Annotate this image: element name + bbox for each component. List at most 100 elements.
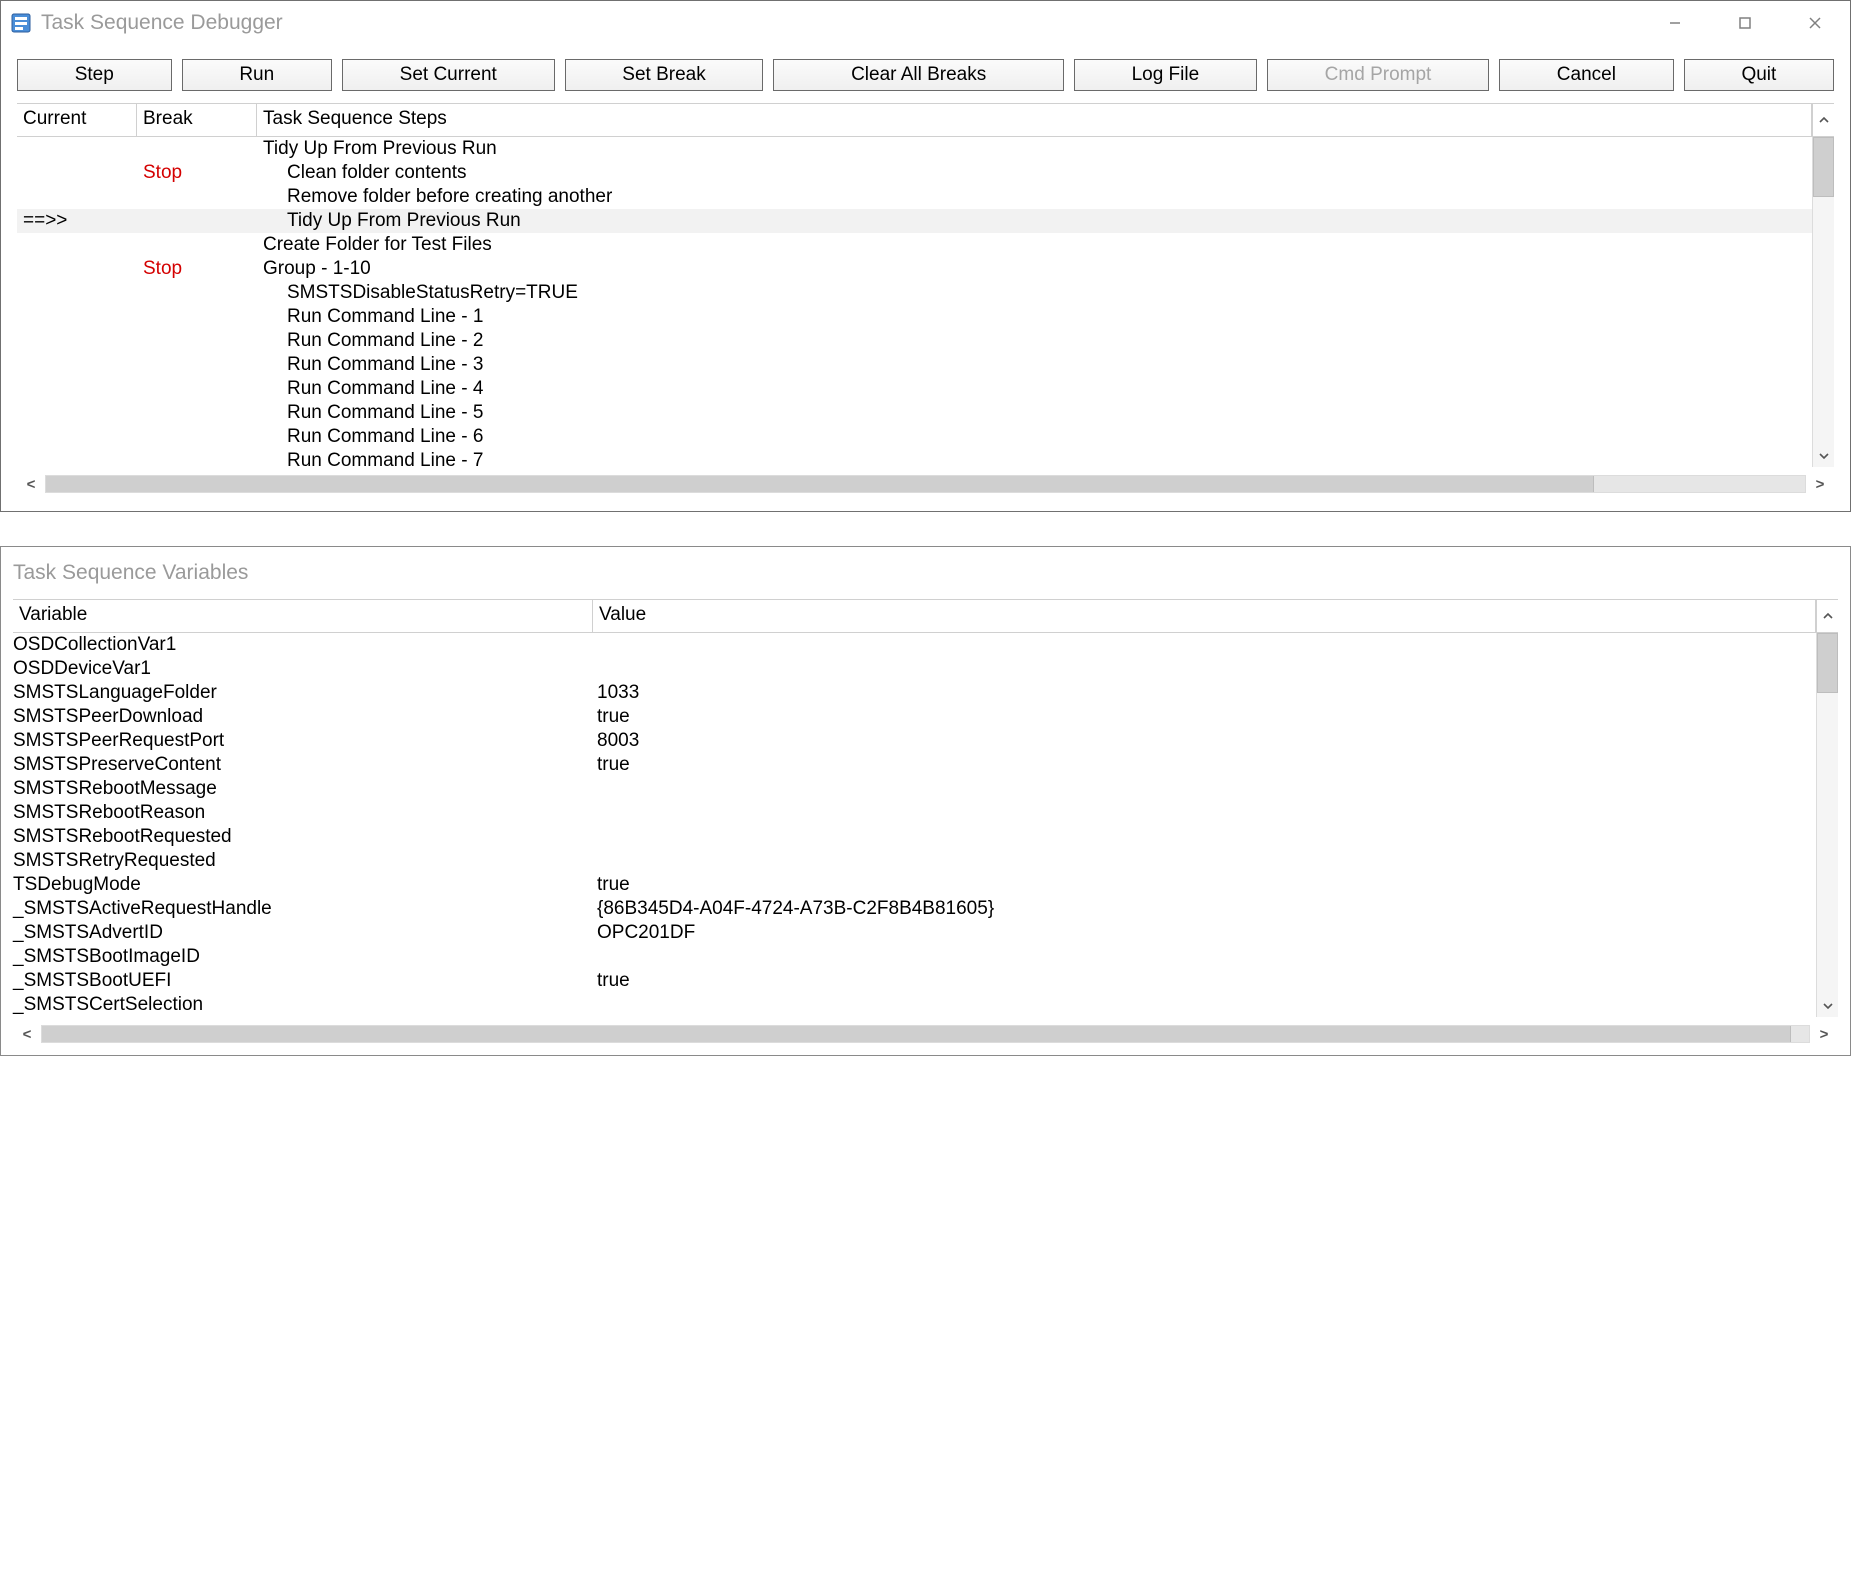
cell-break (137, 186, 257, 208)
table-row[interactable]: OSDCollectionVar1 (13, 633, 1816, 657)
table-row[interactable]: _SMSTSCertSelection (13, 993, 1816, 1017)
steps-hscrollbar[interactable]: < > (17, 473, 1834, 495)
table-row[interactable]: SMSTSRebootReason (13, 801, 1816, 825)
table-row[interactable]: Remove folder before creating another (17, 185, 1812, 209)
table-row[interactable]: Run Command Line - 2 (17, 329, 1812, 353)
hscroll-track[interactable] (41, 1025, 1810, 1043)
table-row[interactable]: Run Command Line - 5 (17, 401, 1812, 425)
table-row[interactable]: Run Command Line - 4 (17, 377, 1812, 401)
cancel-button[interactable]: Cancel (1499, 59, 1674, 91)
vars-hscrollbar[interactable]: < > (13, 1023, 1838, 1045)
col-value[interactable]: Value (593, 600, 1816, 632)
close-button[interactable] (1780, 1, 1850, 45)
scrollbar-thumb[interactable] (1817, 633, 1838, 693)
steps-header: Current Break Task Sequence Steps (17, 104, 1834, 137)
table-row[interactable]: Run Command Line - 6 (17, 425, 1812, 449)
col-steps[interactable]: Task Sequence Steps (257, 104, 1812, 136)
table-row[interactable]: _SMSTSBootImageID (13, 945, 1816, 969)
cell-current (17, 426, 137, 448)
cell-step: Run Command Line - 3 (257, 354, 1812, 376)
hscroll-thumb[interactable] (42, 1026, 1791, 1042)
cell-current (17, 402, 137, 424)
hscroll-left[interactable]: < (13, 1026, 41, 1043)
cell-break: Stop (137, 162, 257, 184)
steps-vscrollbar[interactable] (1812, 137, 1834, 467)
cell-variable: _SMSTSAdvertID (13, 922, 593, 944)
table-row[interactable]: Run Command Line - 7 (17, 449, 1812, 467)
table-row[interactable]: OSDDeviceVar1 (13, 657, 1816, 681)
vars-scroll-down[interactable] (1817, 995, 1839, 1017)
step-button[interactable]: Step (17, 59, 172, 91)
set-current-button[interactable]: Set Current (342, 59, 555, 91)
table-row[interactable]: _SMSTSBootUEFItrue (13, 969, 1816, 993)
table-row[interactable]: _SMSTSAdvertIDOPC201DF (13, 921, 1816, 945)
clear-all-breaks-button[interactable]: Clear All Breaks (773, 59, 1063, 91)
table-row[interactable]: Run Command Line - 3 (17, 353, 1812, 377)
titlebar-controls (1640, 1, 1850, 45)
steps-rows[interactable]: Tidy Up From Previous RunStopClean folde… (17, 137, 1812, 467)
cell-value (593, 658, 1816, 680)
table-row[interactable]: Run Command Line - 1 (17, 305, 1812, 329)
hscroll-track[interactable] (45, 475, 1806, 493)
steps-list: Current Break Task Sequence Steps Tidy U… (17, 103, 1834, 495)
table-row[interactable]: Tidy Up From Previous Run (17, 137, 1812, 161)
cell-break (137, 210, 257, 232)
cell-current (17, 186, 137, 208)
window-title: Task Sequence Debugger (41, 11, 283, 35)
hscroll-right[interactable]: > (1806, 476, 1834, 493)
minimize-button[interactable] (1640, 1, 1710, 45)
table-row[interactable]: SMSTSRetryRequested (13, 849, 1816, 873)
cell-step: SMSTSDisableStatusRetry=TRUE (257, 282, 1812, 304)
hscroll-thumb[interactable] (46, 476, 1594, 492)
variables-title: Task Sequence Variables (1, 547, 1850, 599)
scroll-down-button[interactable] (1813, 445, 1835, 467)
run-button[interactable]: Run (182, 59, 332, 91)
app-icon (9, 11, 33, 35)
hscroll-left[interactable]: < (17, 476, 45, 493)
variables-rows[interactable]: OSDCollectionVar1OSDDeviceVar1SMSTSLangu… (13, 633, 1816, 1017)
table-row[interactable]: Create Folder for Test Files (17, 233, 1812, 257)
table-row[interactable]: _SMSTSActiveRequestHandle{86B345D4-A04F-… (13, 897, 1816, 921)
scroll-up-button[interactable] (1812, 104, 1834, 136)
set-break-button[interactable]: Set Break (565, 59, 764, 91)
cell-current (17, 282, 137, 304)
scrollbar-thumb[interactable] (1813, 137, 1834, 197)
cell-step: Run Command Line - 1 (257, 306, 1812, 328)
cell-variable: SMSTSRebootReason (13, 802, 593, 824)
titlebar: Task Sequence Debugger (1, 1, 1850, 45)
cell-value: OPC201DF (593, 922, 1816, 944)
cell-current (17, 162, 137, 184)
col-variable[interactable]: Variable (13, 600, 593, 632)
table-row[interactable]: SMSTSRebootRequested (13, 825, 1816, 849)
cell-break (137, 426, 257, 448)
vars-scroll-up[interactable] (1816, 600, 1838, 632)
table-row[interactable]: SMSTSDisableStatusRetry=TRUE (17, 281, 1812, 305)
table-row[interactable]: SMSTSPeerDownloadtrue (13, 705, 1816, 729)
col-break[interactable]: Break (137, 104, 257, 136)
table-row[interactable]: StopGroup - 1-10 (17, 257, 1812, 281)
col-current[interactable]: Current (17, 104, 137, 136)
cell-variable: _SMSTSBootUEFI (13, 970, 593, 992)
cell-variable: OSDCollectionVar1 (13, 634, 593, 656)
quit-button[interactable]: Quit (1684, 59, 1834, 91)
cell-break (137, 402, 257, 424)
table-row[interactable]: ==>>Tidy Up From Previous Run (17, 209, 1812, 233)
table-row[interactable]: StopClean folder contents (17, 161, 1812, 185)
table-row[interactable]: SMSTSPreserveContenttrue (13, 753, 1816, 777)
cmd-prompt-button: Cmd Prompt (1267, 59, 1489, 91)
cell-current (17, 450, 137, 467)
maximize-button[interactable] (1710, 1, 1780, 45)
table-row[interactable]: SMSTSPeerRequestPort8003 (13, 729, 1816, 753)
cell-value (593, 778, 1816, 800)
cell-break (137, 330, 257, 352)
vars-vscrollbar[interactable] (1816, 633, 1838, 1017)
table-row[interactable]: SMSTSLanguageFolder1033 (13, 681, 1816, 705)
table-row[interactable]: SMSTSRebootMessage (13, 777, 1816, 801)
cell-value: true (593, 706, 1816, 728)
cell-step: Run Command Line - 4 (257, 378, 1812, 400)
table-row[interactable]: TSDebugModetrue (13, 873, 1816, 897)
log-file-button[interactable]: Log File (1074, 59, 1257, 91)
cell-value: 1033 (593, 682, 1816, 704)
cell-value (593, 994, 1816, 1016)
hscroll-right[interactable]: > (1810, 1026, 1838, 1043)
